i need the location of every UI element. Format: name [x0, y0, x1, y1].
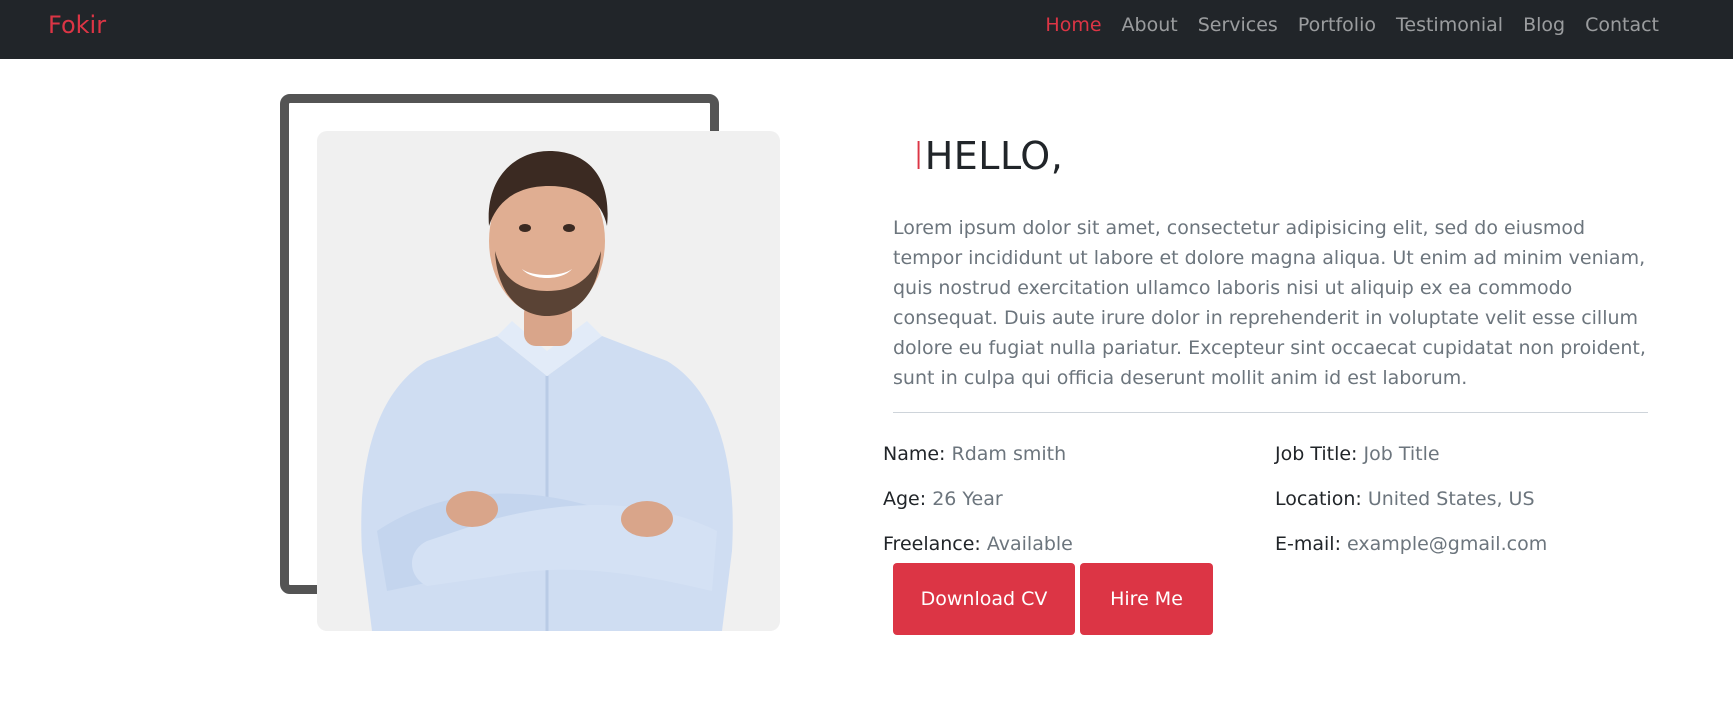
info-job-title: Job Title: Job Title: [1275, 442, 1440, 466]
info-email: E-mail: example@gmail.com: [1275, 532, 1547, 556]
info-label: Age:: [883, 488, 927, 510]
download-cv-button[interactable]: Download CV: [893, 563, 1075, 635]
info-value: example@gmail.com: [1347, 533, 1548, 555]
nav-about-link[interactable]: About: [1122, 14, 1178, 36]
info-label: Location:: [1275, 488, 1362, 510]
info-name: Name: Rdam smith: [883, 442, 1066, 466]
info-value: Rdam smith: [951, 443, 1067, 465]
nav-links: Home About Services Portfolio Testimonia…: [1045, 14, 1659, 36]
nav-testimonial-link[interactable]: Testimonial: [1396, 14, 1503, 36]
hire-me-button[interactable]: Hire Me: [1080, 563, 1213, 635]
info-label: Job Title:: [1275, 443, 1358, 465]
person-illustration: [361, 151, 733, 631]
nav-portfolio-link[interactable]: Portfolio: [1298, 14, 1376, 36]
nav-contact-link[interactable]: Contact: [1585, 14, 1659, 36]
nav-blog-link[interactable]: Blog: [1523, 14, 1565, 36]
hello-heading: IHELLO,: [913, 134, 1063, 178]
info-value: Available: [986, 533, 1073, 555]
info-label: E-mail:: [1275, 533, 1341, 555]
nav-services-link[interactable]: Services: [1198, 14, 1278, 36]
info-age: Age: 26 Year: [883, 487, 1003, 511]
info-freelance: Freelance: Available: [883, 532, 1073, 556]
bio-paragraph: Lorem ipsum dolor sit amet, consectetur …: [893, 217, 1646, 389]
nav-home-link[interactable]: Home: [1045, 14, 1101, 36]
info-value: Job Title: [1363, 443, 1440, 465]
info-location: Location: United States, US: [1275, 487, 1535, 511]
profile-photo: [317, 131, 780, 631]
info-label: Freelance:: [883, 533, 981, 555]
info-value: United States, US: [1367, 488, 1535, 510]
info-value: 26 Year: [932, 488, 1003, 510]
hello-text: HELLO,: [924, 134, 1064, 178]
divider: [893, 412, 1648, 413]
brand-logo[interactable]: Fokir: [48, 11, 106, 39]
typing-cursor: I: [913, 134, 925, 178]
info-label: Name:: [883, 443, 946, 465]
navbar: Fokir Home About Services Portfolio Test…: [0, 0, 1733, 59]
